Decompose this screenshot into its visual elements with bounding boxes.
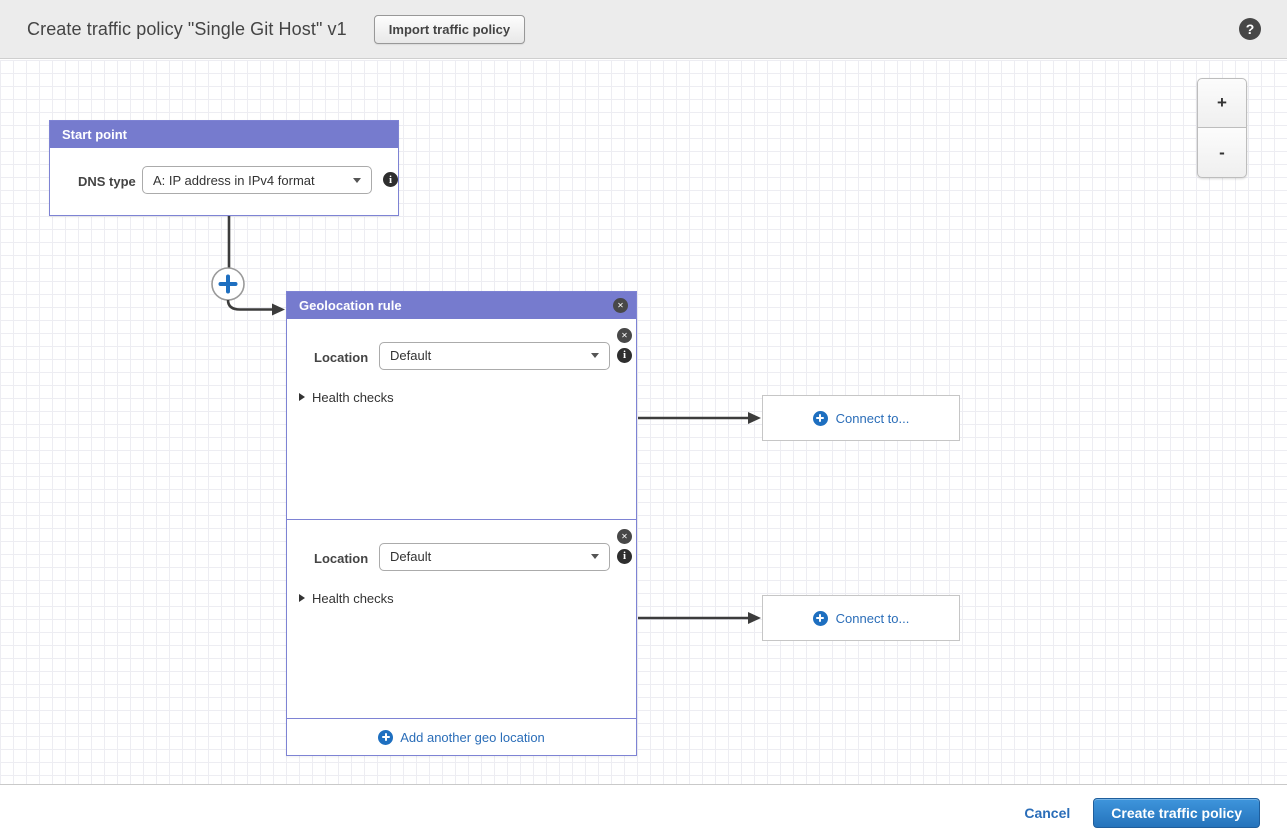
action-bar: Cancel Create traffic policy: [0, 786, 1287, 840]
close-icon[interactable]: [617, 328, 632, 343]
start-point-node: Start point DNS type A: IP address in IP…: [49, 120, 399, 216]
chevron-down-icon: [591, 353, 599, 358]
health-checks-label: Health checks: [312, 591, 394, 606]
start-point-title: Start point: [62, 127, 127, 142]
dns-type-label: DNS type: [78, 174, 136, 189]
geo-location-section-1: Location Default Health checks: [287, 319, 636, 519]
policy-editor-canvas[interactable]: + - Start point DNS type A: IP address i…: [0, 60, 1287, 785]
health-checks-toggle[interactable]: Health checks: [299, 390, 394, 405]
close-icon[interactable]: [617, 529, 632, 544]
start-point-body: DNS type A: IP address in IPv4 format: [50, 148, 398, 216]
health-checks-label: Health checks: [312, 390, 394, 405]
connect-to-label: Connect to...: [836, 411, 910, 426]
zoom-controls: + -: [1197, 78, 1247, 178]
add-another-geo-location[interactable]: Add another geo location: [287, 718, 636, 755]
location-label: Location: [314, 551, 368, 566]
close-icon[interactable]: [613, 298, 628, 313]
zoom-out-button[interactable]: -: [1197, 128, 1247, 178]
cancel-button[interactable]: Cancel: [1024, 805, 1070, 821]
location-value: Default: [390, 348, 431, 363]
plus-icon: [378, 730, 393, 745]
zoom-in-button[interactable]: +: [1197, 78, 1247, 128]
geolocation-rule-header: Geolocation rule: [287, 292, 636, 319]
add-branch-icon: [212, 268, 244, 300]
import-traffic-policy-button[interactable]: Import traffic policy: [374, 15, 525, 44]
geo-location-section-2: Location Default Health checks: [287, 519, 636, 719]
info-icon[interactable]: [617, 549, 632, 564]
start-point-header: Start point: [50, 121, 398, 148]
add-another-geo-location-label: Add another geo location: [400, 730, 545, 745]
info-icon[interactable]: [383, 172, 398, 187]
disclosure-triangle-icon: [299, 594, 305, 602]
connect-to-label: Connect to...: [836, 611, 910, 626]
top-bar: Create traffic policy "Single Git Host" …: [0, 0, 1287, 59]
location-value: Default: [390, 549, 431, 564]
info-icon[interactable]: [617, 348, 632, 363]
location-dropdown[interactable]: Default: [379, 543, 610, 571]
dns-type-value: A: IP address in IPv4 format: [153, 173, 315, 188]
location-label: Location: [314, 350, 368, 365]
location-dropdown[interactable]: Default: [379, 342, 610, 370]
chevron-down-icon: [591, 554, 599, 559]
connect-to-box-1[interactable]: Connect to...: [762, 395, 960, 441]
page-title: Create traffic policy "Single Git Host" …: [27, 19, 347, 40]
geolocation-rule-node: Geolocation rule Location Default Health…: [286, 291, 637, 756]
connect-to-box-2[interactable]: Connect to...: [762, 595, 960, 641]
create-traffic-policy-button[interactable]: Create traffic policy: [1093, 798, 1260, 828]
geolocation-rule-title: Geolocation rule: [299, 298, 402, 313]
plus-icon: [813, 411, 828, 426]
health-checks-toggle[interactable]: Health checks: [299, 591, 394, 606]
help-icon[interactable]: [1239, 18, 1261, 40]
chevron-down-icon: [353, 178, 361, 183]
disclosure-triangle-icon: [299, 393, 305, 401]
dns-type-dropdown[interactable]: A: IP address in IPv4 format: [142, 166, 372, 194]
plus-icon: [813, 611, 828, 626]
